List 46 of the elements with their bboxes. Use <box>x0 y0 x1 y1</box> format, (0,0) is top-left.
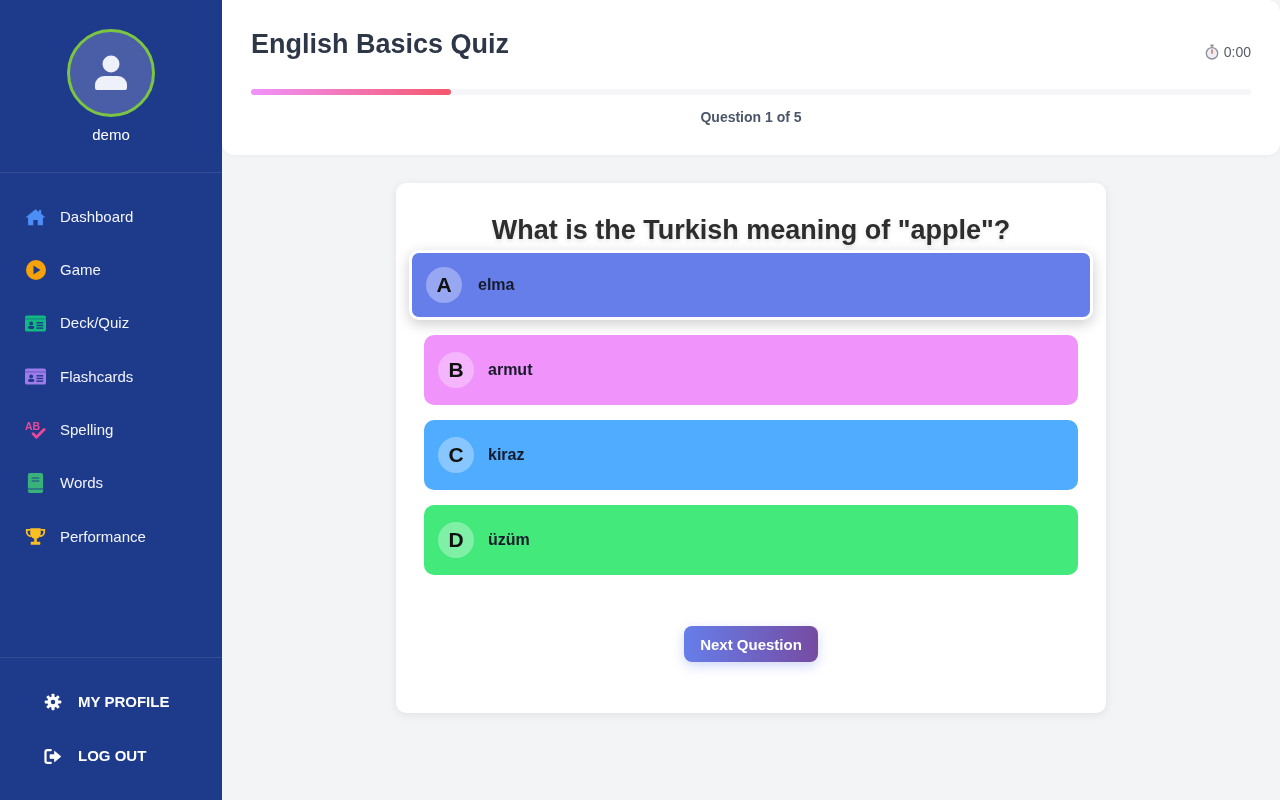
option-letter: A <box>436 273 452 297</box>
next-question-button[interactable]: Next Question <box>684 626 818 662</box>
nav-item[interactable]: Words <box>25 473 104 494</box>
nav-label: Dashboard <box>60 207 134 226</box>
nav-label: Performance <box>60 527 146 546</box>
nav-item[interactable]: Flashcards <box>25 367 134 386</box>
id-card-icon <box>25 314 46 332</box>
option-text: armut <box>488 360 533 380</box>
answer-option[interactable]: C kiraz <box>424 420 1078 490</box>
sidebar-footer-link[interactable]: LOG OUT <box>44 747 147 765</box>
trophy-icon <box>25 527 46 547</box>
nav-label: Game <box>60 261 101 279</box>
play-circle-icon <box>25 260 46 280</box>
option-text: elma <box>478 275 515 295</box>
nav-item[interactable]: Dashboard <box>25 207 134 226</box>
option-text: üzüm <box>488 530 530 550</box>
book-icon <box>27 473 44 494</box>
nav-item[interactable]: AB Spelling <box>25 419 114 440</box>
logout-icon <box>44 747 62 765</box>
option-text: kiraz <box>488 445 525 465</box>
option-letter: B <box>448 358 464 382</box>
id-card-icon <box>25 368 46 386</box>
footer-link-label: LOG OUT <box>78 747 147 765</box>
house-icon <box>25 207 46 226</box>
quiz-title: English Basics Quiz <box>251 28 510 61</box>
stopwatch-icon <box>1204 44 1219 60</box>
option-letter: D <box>448 528 464 552</box>
settings-icon <box>44 693 62 711</box>
answer-option[interactable]: A elma <box>409 250 1093 320</box>
nav-label: Flashcards <box>60 367 134 386</box>
sidebar-footer-link[interactable]: MY PROFILE <box>44 693 170 711</box>
question-text: What is the Turkish meaning of "apple"? <box>490 214 1012 247</box>
nav-item[interactable]: Performance <box>25 527 146 547</box>
option-letter: C <box>448 443 464 467</box>
question-counter: Question 1 of 5 <box>699 108 803 127</box>
username: demo <box>92 126 130 144</box>
footer-link-label: MY PROFILE <box>78 693 170 711</box>
nav-label: Words <box>60 474 104 493</box>
answer-option[interactable]: B armut <box>424 335 1078 405</box>
answer-option[interactable]: D üzüm <box>424 505 1078 575</box>
nav-label: Spelling <box>60 420 114 439</box>
nav-item[interactable]: Game <box>25 260 101 280</box>
nav-label: Deck/Quiz <box>60 314 130 333</box>
timer-text: 0:00 <box>1223 43 1251 61</box>
nav-item[interactable]: Deck/Quiz <box>25 314 130 333</box>
avatar-icon <box>67 29 155 117</box>
